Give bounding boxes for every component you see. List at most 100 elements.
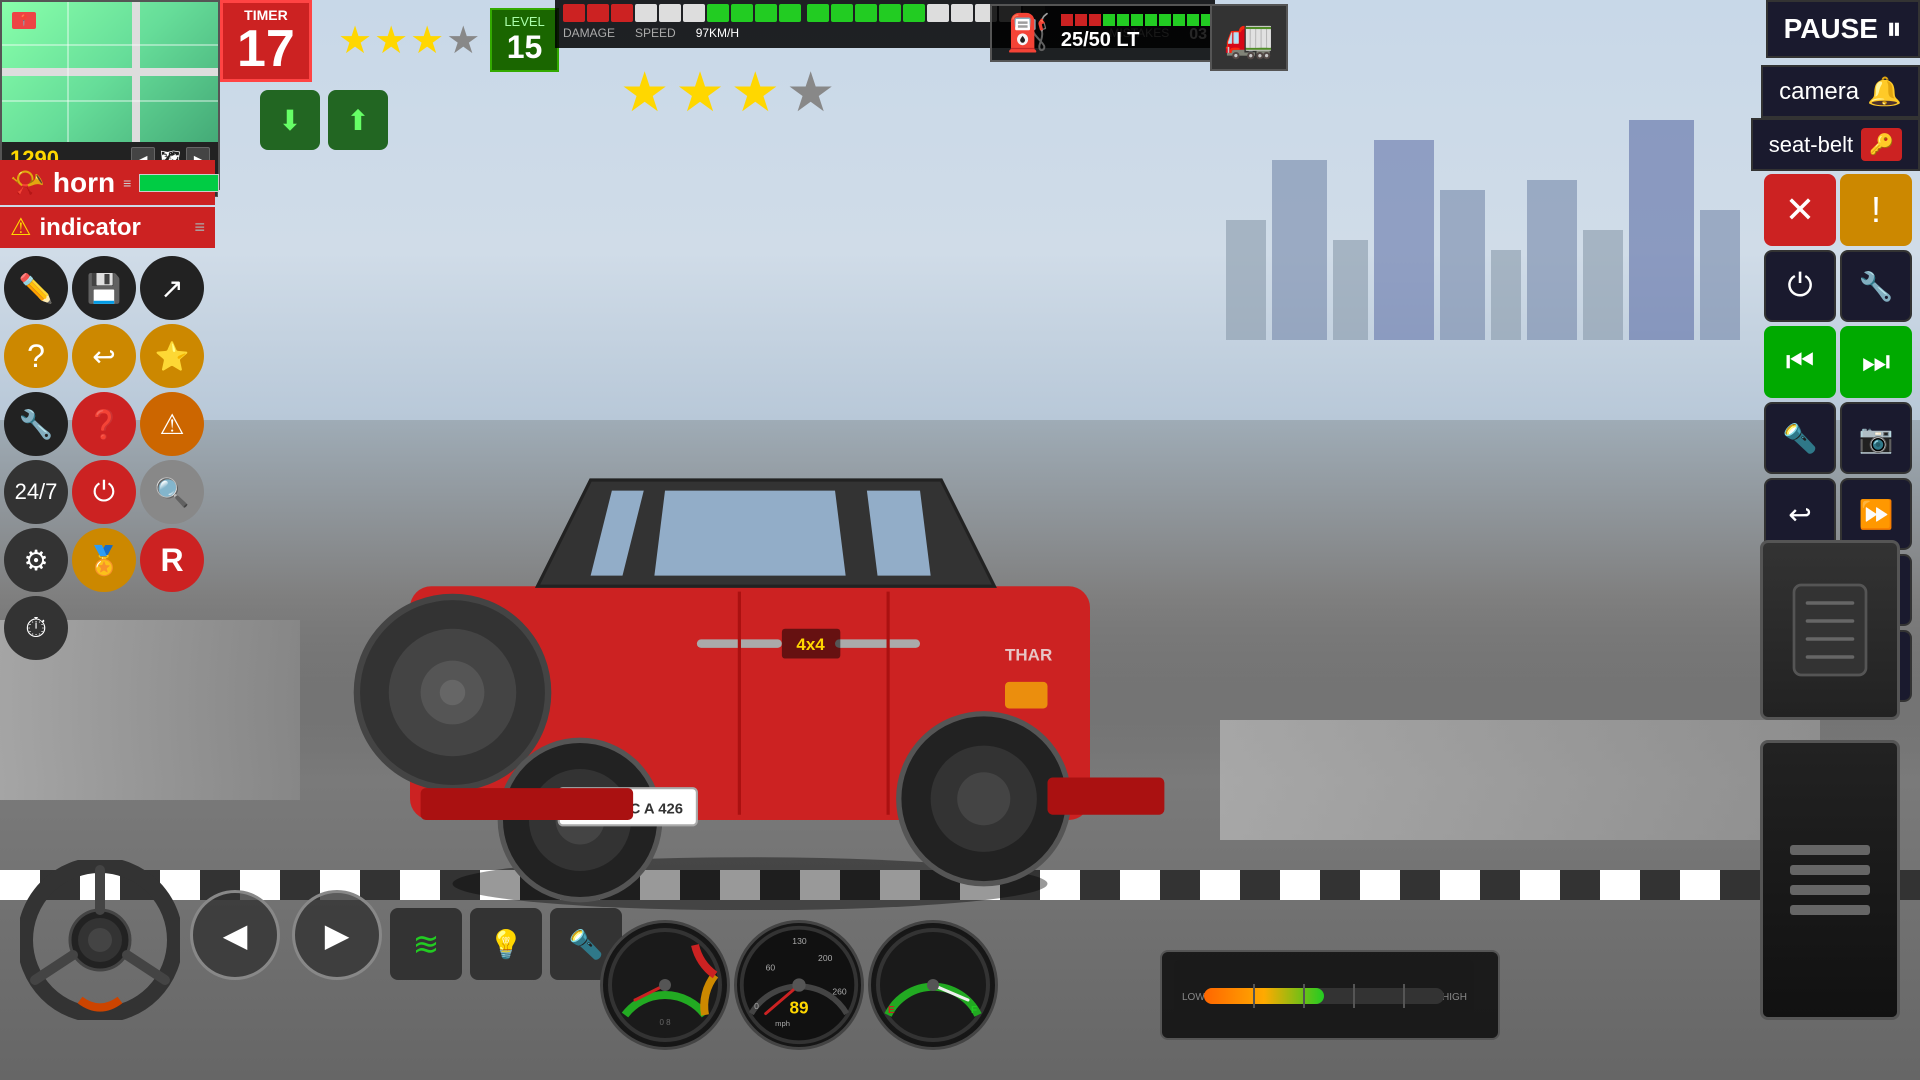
direction-arrows[interactable]: ◀ ▶: [190, 890, 382, 980]
horn-bar-icon: ≡: [123, 175, 131, 191]
truck-icon-box[interactable]: 🚛: [1210, 4, 1288, 71]
map-road-horizontal: [2, 68, 218, 76]
gas-pedal[interactable]: [1760, 740, 1900, 1020]
map-marker: 📍: [12, 12, 36, 29]
svg-text:THAR: THAR: [1005, 646, 1052, 665]
power-button[interactable]: ⏻: [72, 460, 136, 524]
f-seg-g1: [1103, 14, 1115, 26]
indicator-label: indicator: [40, 214, 187, 242]
city-skyline: [1226, 120, 1740, 340]
wrench-button[interactable]: 🔧: [1840, 250, 1912, 322]
seatbelt-label: seat-belt: [1769, 132, 1853, 158]
right-arrow-button[interactable]: ▶: [292, 890, 382, 980]
right-row-3[interactable]: ⏮ ⏭: [1764, 326, 1916, 398]
dmg-seg-g1: [707, 4, 729, 22]
svg-text:mph: mph: [775, 1019, 790, 1028]
horn-bar-area: ≡: [123, 174, 219, 192]
power-off-button[interactable]: ⏻: [1764, 250, 1836, 322]
undo-button[interactable]: ↩: [72, 324, 136, 388]
dmg-seg-r2: [587, 4, 609, 22]
g-seg-w1: [927, 4, 949, 22]
svg-text:260: 260: [832, 987, 847, 997]
right-row-4[interactable]: 🔦 📷: [1764, 402, 1916, 474]
instrument-gauges: 0 8 0 60 130 200 260 mph 89: [600, 920, 998, 1050]
indicator-control[interactable]: ⚠ indicator ≡: [0, 207, 215, 248]
light-controls[interactable]: ≋ 💡 🔦: [390, 908, 622, 980]
horn-control[interactable]: 📯 horn ≡: [0, 160, 215, 205]
skip-forward-button[interactable]: ⏭: [1840, 326, 1912, 398]
steering-wheel[interactable]: [20, 860, 180, 1020]
nav-up-button[interactable]: ⬆: [328, 90, 388, 150]
big-star-3: ★: [731, 60, 780, 124]
low-beam-button[interactable]: 💡: [470, 908, 542, 980]
pause-label: PAUSE: [1784, 13, 1878, 45]
edit-button[interactable]: ✏️: [4, 256, 68, 320]
dmg-seg-w3: [683, 4, 705, 22]
time24-button[interactable]: 24/7: [4, 460, 68, 524]
tools-button[interactable]: ⚙: [4, 528, 68, 592]
svg-text:LOW: LOW: [1182, 992, 1205, 1003]
indicator-icon: ⚠: [10, 213, 32, 242]
hazard-light-button[interactable]: ≋: [390, 908, 462, 980]
photo-button[interactable]: 📷: [1840, 402, 1912, 474]
fuel-box: ⛽ 25/50 LT: [990, 4, 1243, 62]
flashlight-button[interactable]: 🔦: [1764, 402, 1836, 474]
speedometer-button[interactable]: ⏱: [4, 596, 68, 660]
bottom-gauge-panel: LOW HIGH: [1160, 950, 1500, 1040]
timer-value: 17: [237, 23, 295, 75]
navigation-arrows[interactable]: ⬇ ⬆: [260, 90, 388, 150]
nav-down-button[interactable]: ⬇: [260, 90, 320, 150]
camera-box[interactable]: camera 🔔: [1761, 65, 1920, 118]
map-line-3: [2, 100, 218, 102]
rpm-gauge: 0 8: [600, 920, 730, 1050]
gas-pedal-lines: [1790, 845, 1870, 915]
dmg-seg-w2: [659, 4, 681, 22]
camera-icon: 🔔: [1867, 75, 1902, 108]
f-seg-r3: [1089, 14, 1101, 26]
g-seg-3: [855, 4, 877, 22]
svg-text:89: 89: [789, 998, 808, 1018]
truck-icon: 🚛: [1224, 14, 1274, 61]
svg-text:200: 200: [818, 953, 833, 963]
right-row-2[interactable]: ⏻ 🔧: [1764, 250, 1916, 322]
pedal-line-4: [1790, 905, 1870, 915]
record-button[interactable]: R: [140, 528, 204, 592]
damage-label: DAMAGE: [563, 26, 615, 44]
map-line-2: [67, 2, 69, 142]
star-4: ★: [446, 18, 480, 63]
f-seg-g4: [1145, 14, 1157, 26]
alert-button[interactable]: !: [1840, 174, 1912, 246]
medal-button[interactable]: 🏅: [72, 528, 136, 592]
control-icon-grid: ✏️ 💾 ↗ ? ↩ ⭐ 🔧 ❓ ⚠ 24/7 ⏻ 🔍 ⚙ 🏅 R ⏱: [0, 252, 215, 664]
rpm-gauge-svg: 0 8: [605, 925, 725, 1045]
zoom-button[interactable]: 🔍: [140, 460, 204, 524]
save-button[interactable]: 💾: [72, 256, 136, 320]
svg-text:HIGH: HIGH: [1442, 992, 1467, 1003]
skip-back-button[interactable]: ⏮: [1764, 326, 1836, 398]
fuel-gauge: E F: [868, 920, 998, 1050]
f-seg-g6: [1173, 14, 1185, 26]
seatbelt-box[interactable]: seat-belt 🔑: [1751, 118, 1920, 171]
g-seg-5: [903, 4, 925, 22]
pedal-line-2: [1790, 865, 1870, 875]
horn-label: horn: [53, 167, 115, 199]
dmg-seg-g2: [731, 4, 753, 22]
right-row-1[interactable]: ✕ !: [1764, 174, 1916, 246]
warning-button[interactable]: ⚠: [140, 392, 204, 456]
svg-text:E: E: [888, 1005, 895, 1016]
left-arrow-button[interactable]: ◀: [190, 890, 280, 980]
f-seg-g2: [1117, 14, 1129, 26]
big-star-2: ★: [675, 60, 724, 124]
g-seg-1: [807, 4, 829, 22]
help-button[interactable]: ?: [4, 324, 68, 388]
pause-box[interactable]: PAUSE ⏸: [1766, 0, 1920, 58]
level-value: 15: [504, 29, 544, 66]
big-star-1: ★: [620, 60, 669, 124]
stars-display: ★ ★ ★ ★: [338, 18, 480, 63]
info-button[interactable]: ❓: [72, 392, 136, 456]
brake-pedal[interactable]: [1760, 540, 1900, 720]
settings-button[interactable]: 🔧: [4, 392, 68, 456]
favorite-button[interactable]: ⭐: [140, 324, 204, 388]
share-button[interactable]: ↗: [140, 256, 204, 320]
close-button[interactable]: ✕: [1764, 174, 1836, 246]
